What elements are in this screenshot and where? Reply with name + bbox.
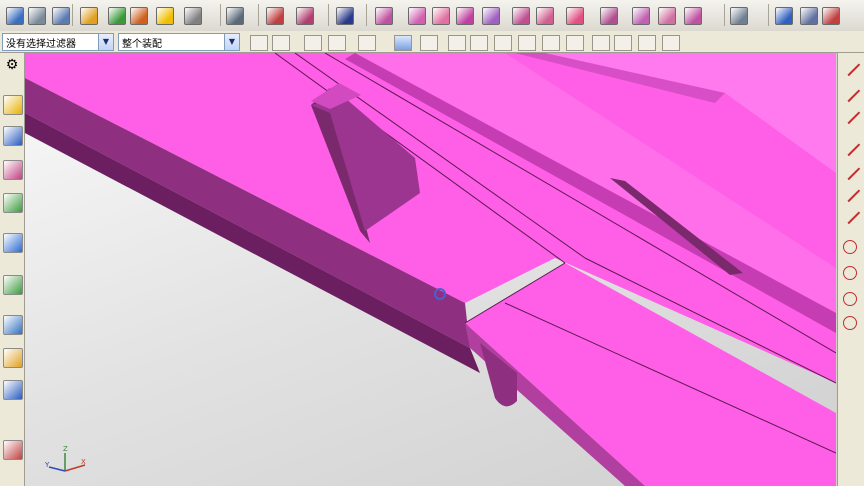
add-point-icon[interactable] — [272, 35, 290, 51]
svg-text:Y: Y — [44, 461, 50, 469]
layers-icon[interactable] — [28, 7, 46, 25]
process-studio-icon[interactable] — [3, 348, 23, 368]
window-icon[interactable] — [775, 7, 793, 25]
slash-snap-icon[interactable] — [662, 35, 680, 51]
box-view-1-icon[interactable] — [375, 7, 393, 25]
scope-filter-value: 整个装配 — [122, 39, 162, 50]
visualization-icon[interactable] — [3, 380, 23, 400]
toolbar-separator — [768, 4, 769, 26]
line-tool-2-icon[interactable] — [494, 35, 512, 51]
graphics-viewport[interactable]: X Y Z — [25, 53, 836, 486]
line-tool-icon[interactable] — [470, 35, 488, 51]
snap-icon[interactable] — [226, 7, 244, 25]
intersect-icon[interactable] — [566, 35, 584, 51]
circle-snap-2-icon[interactable] — [614, 35, 632, 51]
plus-snap-icon[interactable] — [638, 35, 656, 51]
gear-icon[interactable]: ⚙ — [3, 57, 21, 75]
view-cube-icon[interactable] — [394, 35, 412, 51]
model-view[interactable]: X Y Z — [25, 53, 836, 486]
rect-select-icon[interactable] — [358, 35, 376, 51]
move-icon[interactable] — [448, 35, 466, 51]
chevron-down-icon[interactable]: ▼ — [224, 34, 239, 50]
roles-icon[interactable] — [3, 440, 23, 460]
box-view-9-icon[interactable] — [600, 7, 618, 25]
part-navigator-icon[interactable] — [3, 160, 23, 180]
reuse-library-icon[interactable] — [3, 193, 23, 213]
curve-icon[interactable] — [518, 35, 536, 51]
toolbar-separator — [258, 4, 259, 26]
system-materials-icon[interactable] — [3, 315, 23, 335]
toolbar-separator — [366, 4, 367, 26]
svg-text:X: X — [81, 458, 86, 466]
toolbar-separator — [220, 4, 221, 26]
layer-settings-icon[interactable] — [52, 7, 70, 25]
circle-point-icon[interactable] — [843, 316, 857, 330]
rotate-icon[interactable] — [156, 7, 174, 25]
snap-point-icon[interactable] — [250, 35, 268, 51]
web-browser-icon[interactable] — [3, 233, 23, 253]
type-filter-dropdown[interactable]: 没有选择过滤器 ▼ — [2, 33, 114, 51]
box-view-2-icon[interactable] — [408, 7, 426, 25]
spline-icon[interactable] — [542, 35, 560, 51]
history-icon[interactable] — [3, 275, 23, 295]
toolbar-separator — [72, 4, 73, 26]
fit-icon[interactable] — [80, 7, 98, 25]
render-style-icon[interactable] — [266, 7, 284, 25]
scope-filter-dropdown[interactable]: 整个装配 ▼ — [118, 33, 240, 51]
circle-tangent-icon[interactable] — [843, 292, 857, 306]
type-filter-value: 没有选择过滤器 — [6, 39, 76, 50]
refresh-icon[interactable] — [800, 7, 818, 25]
toolbar-separator — [328, 4, 329, 26]
box-view-4-icon[interactable] — [456, 7, 474, 25]
svg-text:Z: Z — [63, 445, 68, 453]
box-view-12-icon[interactable] — [684, 7, 702, 25]
box-view-8-icon[interactable] — [566, 7, 584, 25]
pan-icon[interactable] — [130, 7, 148, 25]
box-view-6-icon[interactable] — [512, 7, 530, 25]
chevron-down-icon[interactable]: ▼ — [98, 34, 113, 50]
box-view-3-icon[interactable] — [432, 7, 450, 25]
blue-disc-icon[interactable] — [336, 7, 354, 25]
box-view-5-icon[interactable] — [482, 7, 500, 25]
resource-bar — [0, 53, 25, 486]
undo-icon[interactable] — [304, 35, 322, 51]
select-all-icon[interactable] — [6, 7, 24, 25]
view-orientation-icon[interactable] — [184, 7, 202, 25]
zoom-icon[interactable] — [108, 7, 126, 25]
wcs-triad-icon: X Y Z — [44, 445, 86, 472]
tools-icon[interactable] — [730, 7, 748, 25]
settings-icon[interactable] — [822, 7, 840, 25]
box-view-10-icon[interactable] — [632, 7, 650, 25]
shaded-icon[interactable] — [296, 7, 314, 25]
cube-solid-icon[interactable] — [420, 35, 438, 51]
redo-icon[interactable] — [328, 35, 346, 51]
box-view-7-icon[interactable] — [536, 7, 554, 25]
constraint-navigator-icon[interactable] — [3, 126, 23, 146]
toolbar-separator — [724, 4, 725, 26]
circle-snap-icon[interactable] — [592, 35, 610, 51]
assembly-navigator-icon[interactable] — [3, 95, 23, 115]
circle-icon[interactable] — [843, 240, 857, 254]
circle-center-icon[interactable] — [843, 266, 857, 280]
box-view-11-icon[interactable] — [658, 7, 676, 25]
